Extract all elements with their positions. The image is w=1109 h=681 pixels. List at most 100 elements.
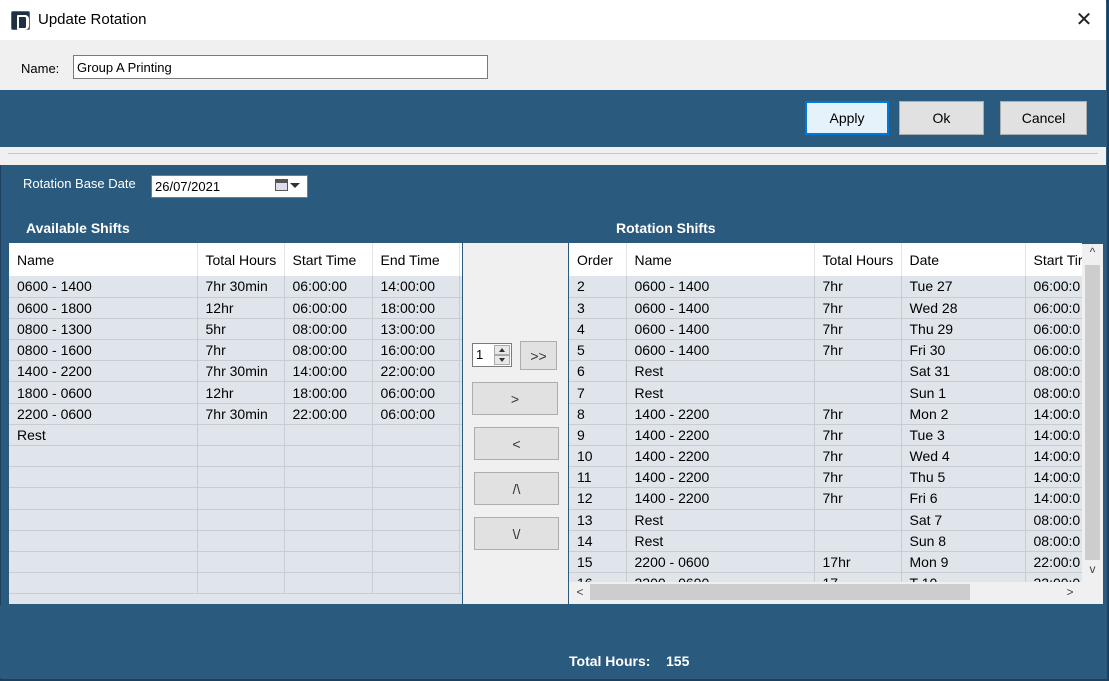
horizontal-scroll-thumb[interactable] [590,584,970,600]
add-all-button[interactable]: >> [520,341,557,370]
table-row[interactable]: Rest [9,424,462,447]
available-column-header[interactable]: End Time [372,243,460,276]
table-row[interactable]: 1400 - 2200 7hr 30min 14:00:00 22:00:00 [9,360,462,383]
scroll-left-icon[interactable]: < [573,585,587,599]
scroll-right-icon[interactable]: > [1063,585,1077,599]
table-row[interactable]: 3 0600 - 1400 7hr Wed 28 06:00:0 [569,297,1082,319]
rotation-base-date-value: 26/07/2021 [155,179,221,194]
table-cell: Tue 3 [901,424,1026,447]
rotation-column-header[interactable]: Name [626,243,815,276]
rotation-column-header[interactable]: Total Hours [814,243,902,276]
table-cell: 5hr [197,318,285,341]
cancel-button[interactable]: Cancel [1000,101,1087,135]
stepper-down-icon[interactable] [494,355,510,365]
table-row[interactable]: 14 Rest Sun 8 08:00:0 [569,530,1082,552]
table-cell: 7hr [197,339,285,362]
table-cell: 1400 - 2200 [626,487,815,510]
table-cell [372,572,460,595]
available-column-header[interactable]: Total Hours [197,243,285,276]
table-cell: Sat 31 [901,360,1026,383]
table-cell [9,487,198,510]
available-shifts-grid[interactable]: Name Total Hours Start Time End Time 0600 -… [9,243,462,604]
remove-shift-button[interactable]: < [474,427,559,460]
apply-button[interactable]: Apply [805,101,889,135]
row-filler [459,466,462,489]
table-row[interactable]: 0600 - 1800 12hr 06:00:00 18:00:00 [9,297,462,319]
table-cell [284,530,373,552]
table-cell: 1800 - 0600 [9,381,198,404]
table-row[interactable] [9,572,462,595]
available-column-header[interactable]: Start Time [284,243,373,276]
table-row[interactable]: 10 1400 - 2200 7hr Wed 4 14:00:0 [569,445,1082,468]
table-cell: 7hr [814,276,902,298]
table-row[interactable] [9,509,462,531]
rotation-column-header[interactable]: Date [901,243,1026,276]
table-cell: 17 [814,572,902,582]
table-cell: 0600 - 1800 [9,297,198,319]
table-row[interactable] [9,487,462,510]
table-cell [372,530,460,552]
table-row[interactable]: 0800 - 1300 5hr 08:00:00 13:00:00 [9,318,462,341]
table-cell: 0800 - 1300 [9,318,198,341]
table-row[interactable]: 0600 - 1400 7hr 30min 06:00:00 14:00:00 [9,276,462,298]
table-row[interactable]: 6 Rest Sat 31 08:00:0 [569,360,1082,383]
table-row[interactable]: 2200 - 0600 7hr 30min 22:00:00 06:00:00 [9,403,462,425]
table-row[interactable]: 11 1400 - 2200 7hr Thu 5 14:00:0 [569,466,1082,489]
table-cell: 7 [569,381,627,404]
table-cell: 7hr [814,318,902,341]
table-row[interactable]: 2 0600 - 1400 7hr Tue 27 06:00:0 [569,276,1082,298]
table-row[interactable] [9,530,462,552]
rotation-column-header[interactable]: Start Tir [1025,243,1082,276]
table-cell: 06:00:00 [284,297,373,319]
table-cell: Fri 30 [901,339,1026,362]
close-icon[interactable]: ✕ [1072,8,1096,32]
scroll-up-icon[interactable]: ^ [1084,245,1101,259]
table-cell: 14:00:00 [372,276,460,298]
row-filler [459,445,462,468]
table-cell: 5 [569,339,627,362]
table-row[interactable] [9,466,462,489]
table-row[interactable]: 15 2200 - 0600 17hr Mon 9 22:00:0 [569,551,1082,574]
available-column-header[interactable]: Name [9,243,198,276]
table-row[interactable]: 13 Rest Sat 7 08:00:0 [569,509,1082,531]
row-filler [459,297,462,319]
table-row[interactable]: 8 1400 - 2200 7hr Mon 2 14:00:0 [569,403,1082,425]
add-shift-button[interactable]: > [472,382,558,415]
separator [0,147,1106,165]
stepper-up-icon[interactable] [494,345,510,355]
table-row[interactable]: 7 Rest Sun 1 08:00:0 [569,381,1082,404]
table-cell: 9 [569,424,627,447]
move-up-button[interactable]: /\ [474,472,559,505]
ok-button[interactable]: Ok [899,101,984,135]
scroll-down-icon[interactable]: v [1084,562,1101,576]
table-row[interactable] [9,551,462,574]
table-cell: 3 [569,297,627,319]
table-row[interactable]: 0800 - 1600 7hr 08:00:00 16:00:00 [9,339,462,362]
table-cell: Sun 1 [901,381,1026,404]
name-input[interactable] [73,55,488,79]
table-cell: 18:00:00 [372,297,460,319]
table-row[interactable]: 4 0600 - 1400 7hr Thu 29 06:00:0 [569,318,1082,341]
stepper-buttons[interactable] [494,345,510,365]
rotation-shifts-grid[interactable]: Order Name Total Hours Date Start Tir 2 0600 … [569,243,1082,582]
table-cell [9,445,198,468]
table-row[interactable]: 9 1400 - 2200 7hr Tue 3 14:00:0 [569,424,1082,447]
table-cell: 7hr 30min [197,403,285,425]
row-filler [459,551,462,574]
table-row[interactable]: 5 0600 - 1400 7hr Fri 30 06:00:0 [569,339,1082,362]
table-cell [372,487,460,510]
row-filler [459,424,462,447]
table-cell: 08:00:0 [1025,530,1082,552]
table-row[interactable] [9,445,462,468]
table-row[interactable]: 1800 - 0600 12hr 18:00:00 06:00:00 [9,381,462,404]
move-down-button[interactable]: \/ [474,517,559,550]
vertical-scroll-thumb[interactable] [1085,265,1100,560]
chevron-down-icon[interactable] [290,183,300,188]
table-cell [372,424,460,447]
table-row[interactable]: 12 1400 - 2200 7hr Fri 6 14:00:0 [569,487,1082,510]
table-row[interactable]: 162200 - 060017T 1022:00:0 [569,572,1082,582]
calendar-icon[interactable] [275,179,288,191]
table-cell: 0600 - 1400 [626,339,815,362]
rotation-column-header[interactable]: Order [569,243,627,276]
total-hours-label: Total Hours: [569,653,651,669]
